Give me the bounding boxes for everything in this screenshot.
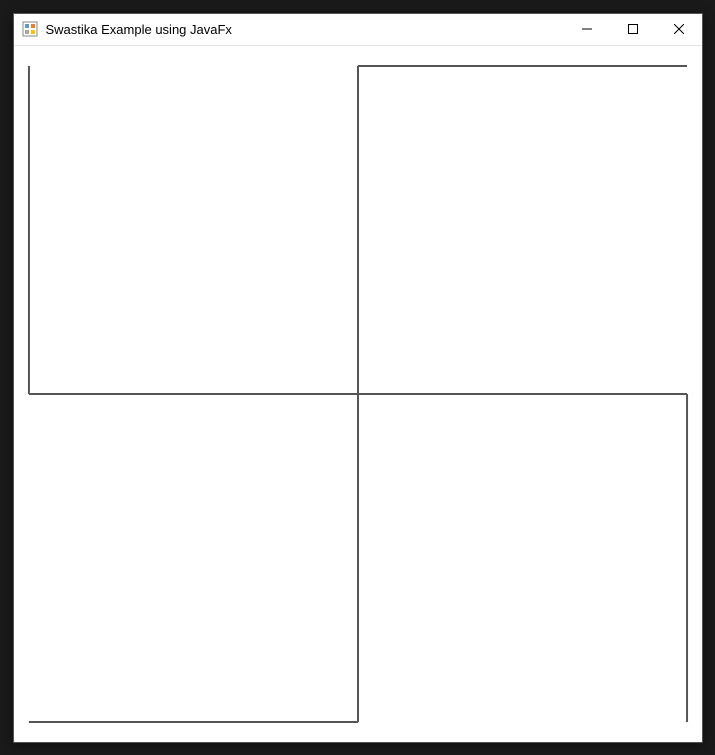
- window-title: Swastika Example using JavaFx: [46, 22, 564, 37]
- minimize-button[interactable]: [564, 14, 610, 45]
- close-button[interactable]: [656, 14, 702, 45]
- javafx-canvas: [14, 46, 702, 742]
- app-icon: [22, 21, 38, 37]
- window-controls: [564, 14, 702, 45]
- title-bar[interactable]: Swastika Example using JavaFx: [14, 14, 702, 46]
- maximize-button[interactable]: [610, 14, 656, 45]
- application-window: Swastika Example using JavaFx: [13, 13, 703, 743]
- swastika-drawing: [14, 46, 702, 742]
